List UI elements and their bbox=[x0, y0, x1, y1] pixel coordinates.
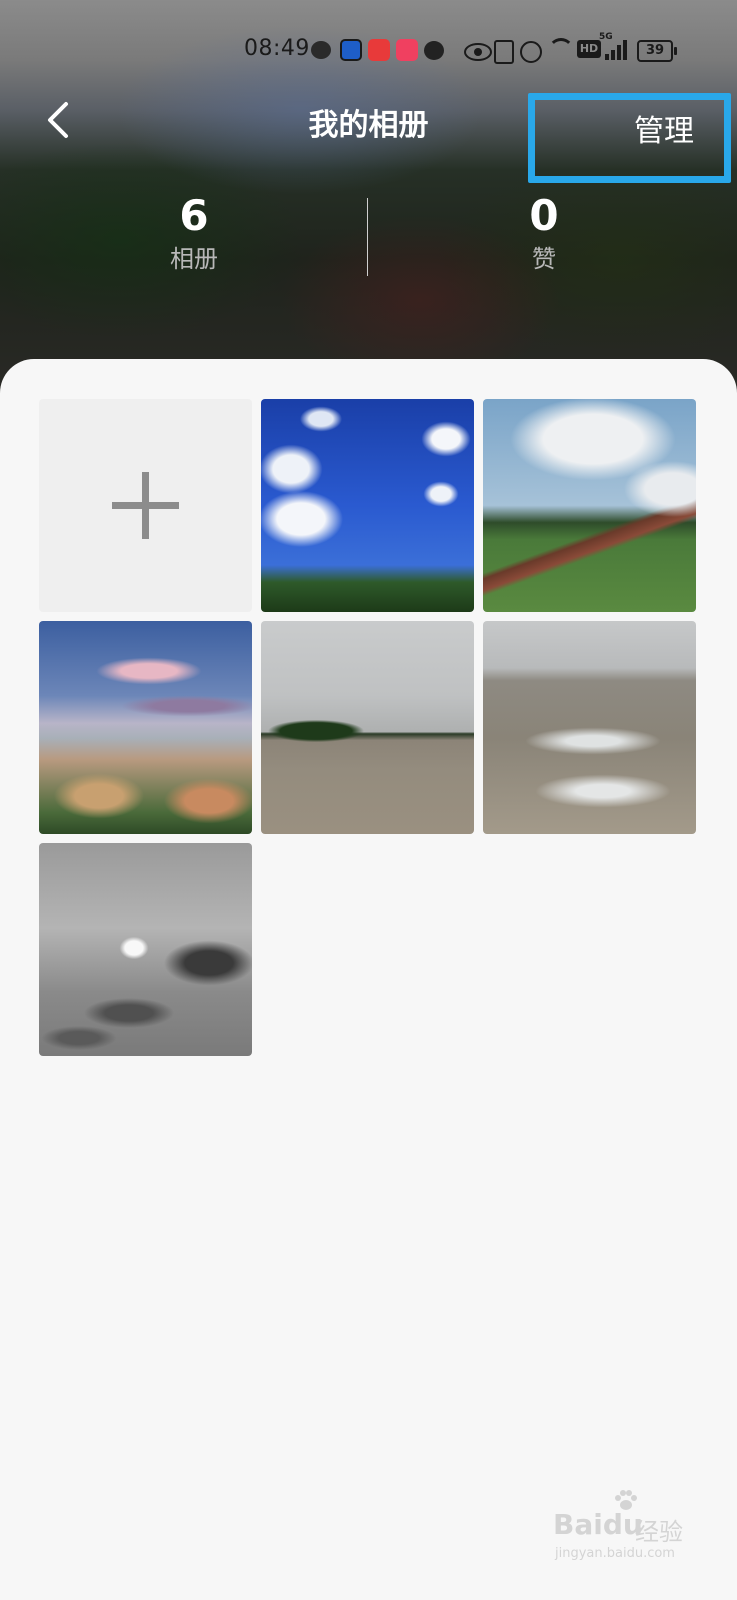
xiaohongshu-icon bbox=[368, 39, 390, 61]
message-icon bbox=[424, 41, 444, 60]
photo-railway-landscape[interactable] bbox=[483, 399, 696, 612]
albums-panel bbox=[0, 359, 737, 1600]
battery-icon: 39 bbox=[637, 40, 677, 62]
photo-sea-island[interactable] bbox=[261, 621, 474, 834]
photo-beach-waves[interactable] bbox=[483, 621, 696, 834]
status-time: 08:49 bbox=[244, 36, 310, 61]
likes-count-value: 0 bbox=[529, 191, 559, 240]
manage-label: 管理 bbox=[634, 114, 694, 149]
watermark-brand: Baidu bbox=[553, 1508, 643, 1541]
swan-app-icon bbox=[396, 39, 418, 61]
manage-button[interactable]: 管理 bbox=[528, 93, 731, 183]
likes-count-label: 赞 bbox=[532, 245, 556, 273]
likes-count-stat: 0 赞 bbox=[464, 190, 624, 276]
wifi-icon bbox=[548, 38, 574, 58]
hd-icon: HD bbox=[577, 40, 601, 58]
add-album-button[interactable] bbox=[39, 399, 252, 612]
albums-count-value: 6 bbox=[179, 191, 209, 240]
photo-blue-sky-clouds[interactable] bbox=[261, 399, 474, 612]
albums-count-stat: 6 相册 bbox=[114, 190, 274, 276]
stats-divider bbox=[367, 198, 368, 276]
eye-icon bbox=[464, 43, 492, 61]
wechat-icon bbox=[311, 41, 331, 59]
status-bar: 08:49 HD 5G 39 bbox=[0, 30, 737, 70]
signal-icon: 5G bbox=[599, 32, 631, 60]
watermark-url: jingyan.baidu.com bbox=[555, 1546, 675, 1561]
baidu-jingyan-watermark: Baidu 经验 jingyan.baidu.com bbox=[553, 1490, 713, 1570]
qq-icon bbox=[340, 39, 362, 61]
battery-level: 39 bbox=[645, 43, 665, 58]
watermark-sub: 经验 bbox=[635, 1518, 683, 1546]
alarm-icon bbox=[520, 41, 542, 63]
photo-cloudy-sky-bw[interactable] bbox=[39, 843, 252, 1056]
network-type-label: 5G bbox=[599, 32, 613, 42]
albums-count-label: 相册 bbox=[170, 245, 218, 273]
nfc-icon bbox=[494, 40, 514, 64]
photo-town-sunset[interactable] bbox=[39, 621, 252, 834]
